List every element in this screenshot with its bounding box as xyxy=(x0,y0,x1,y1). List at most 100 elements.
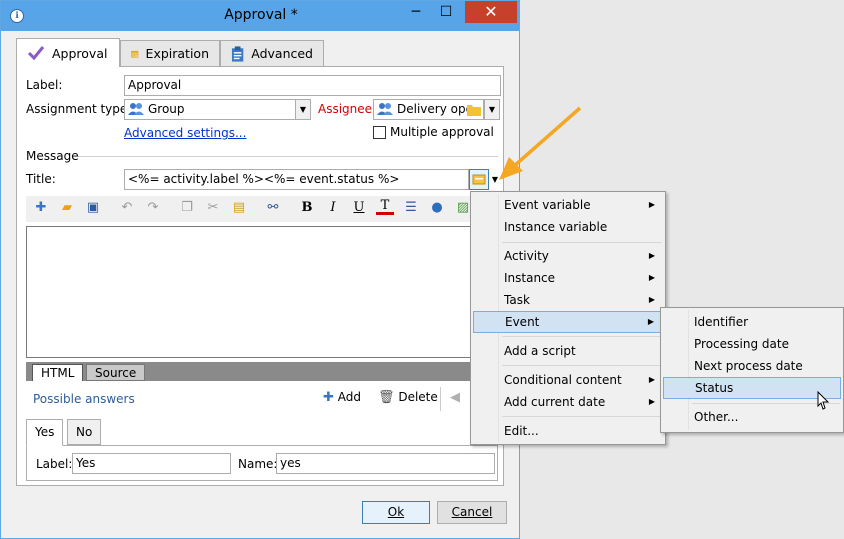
tab-label: Expiration xyxy=(145,46,209,61)
multiple-approval-label: Multiple approval xyxy=(390,125,494,139)
chevron-down-icon[interactable]: ▼ xyxy=(295,99,311,120)
undo-icon[interactable]: ↶ xyxy=(118,199,136,217)
mouse-cursor-icon xyxy=(817,391,830,410)
app-icon: ℹ xyxy=(10,9,24,23)
add-answer-button[interactable]: ✚ Add xyxy=(323,390,361,405)
menu-item-event[interactable]: Event ▶ xyxy=(473,311,663,333)
title-bar[interactable]: ℹ Approval * ─ ☐ ✕ xyxy=(1,1,519,31)
submenu-item-label: Next process date xyxy=(694,359,803,373)
tab-yes[interactable]: Yes xyxy=(26,419,64,446)
menu-item-label: Conditional content xyxy=(504,373,622,387)
insert-field-button[interactable] xyxy=(469,169,489,190)
submenu-item-next-process-date[interactable]: Next process date xyxy=(663,355,841,377)
message-editor[interactable] xyxy=(26,226,472,358)
submenu-item-processing-date[interactable]: Processing date xyxy=(663,333,841,355)
tab-html[interactable]: HTML xyxy=(32,364,84,381)
assignee-caption: Assignee: xyxy=(318,102,377,116)
answer-name-input[interactable]: yes xyxy=(276,453,495,474)
advanced-settings-link[interactable]: Advanced settings... xyxy=(124,126,246,140)
menu-separator xyxy=(502,416,662,417)
underline-icon[interactable]: U xyxy=(350,199,368,217)
tab-advanced[interactable]: Advanced xyxy=(220,40,324,66)
context-menu: Event variable ▶ Instance variable Activi… xyxy=(470,191,666,445)
submenu-item-label: Identifier xyxy=(694,315,749,329)
answer-label-input[interactable]: Yes xyxy=(72,453,231,474)
calendar-icon xyxy=(131,50,139,58)
submenu-item-other[interactable]: Other... xyxy=(663,406,841,428)
redo-icon[interactable]: ↷ xyxy=(144,199,162,217)
close-button[interactable]: ✕ xyxy=(465,1,517,23)
submenu-item-status[interactable]: Status xyxy=(663,377,841,399)
open-folder-icon[interactable]: ▰ xyxy=(58,199,76,217)
event-submenu: Identifier Processing date Next process … xyxy=(660,307,844,433)
assignment-type-select[interactable]: Group xyxy=(124,99,296,120)
menu-item-event-variable[interactable]: Event variable ▶ xyxy=(473,194,663,216)
delete-answer-button[interactable]: 🗑︎ Delete xyxy=(378,390,438,405)
italic-icon[interactable]: I xyxy=(324,199,342,217)
minimize-button[interactable]: ─ xyxy=(401,1,431,23)
cut-icon[interactable]: ✂ xyxy=(204,199,222,217)
submenu-arrow-icon: ▶ xyxy=(648,200,655,209)
insert-field-icon xyxy=(472,174,486,185)
menu-item-activity[interactable]: Activity ▶ xyxy=(473,245,663,267)
submenu-item-identifier[interactable]: Identifier xyxy=(663,311,841,333)
tab-approval[interactable]: Approval xyxy=(16,38,120,67)
menu-separator xyxy=(502,242,662,243)
bullet-list-icon[interactable]: ☰ xyxy=(402,199,420,217)
menu-item-add-script[interactable]: Add a script xyxy=(473,340,663,362)
arrow-left-icon[interactable]: ◀ xyxy=(450,390,460,405)
folder-icon[interactable] xyxy=(467,103,481,116)
menu-item-label: Add current date xyxy=(504,395,606,409)
submenu-arrow-icon: ▶ xyxy=(648,375,655,384)
title-caption: Title: xyxy=(26,172,56,186)
paste-icon[interactable]: ▤ xyxy=(230,199,248,217)
new-document-icon[interactable]: ✚ xyxy=(32,199,50,217)
save-icon[interactable]: ▣ xyxy=(84,199,102,217)
section-divider xyxy=(78,156,498,157)
submenu-item-label: Processing date xyxy=(694,337,789,351)
submenu-arrow-icon: ▶ xyxy=(648,295,655,304)
tab-source[interactable]: Source xyxy=(86,364,146,381)
delete-label: Delete xyxy=(398,390,438,404)
globe-icon[interactable]: ● xyxy=(428,199,446,217)
label-input[interactable]: Approval xyxy=(124,75,501,96)
clipboard-icon xyxy=(231,45,244,62)
ok-label: Ok xyxy=(387,505,405,519)
trash-icon: 🗑︎ xyxy=(378,390,395,405)
menu-item-instance-variable[interactable]: Instance variable xyxy=(473,216,663,238)
maximize-button[interactable]: ☐ xyxy=(431,1,461,23)
checkmark-icon xyxy=(27,46,45,61)
title-input[interactable]: <%= activity.label %><%= event.status %> xyxy=(124,169,469,190)
possible-answers-title: Possible answers xyxy=(33,392,135,406)
tab-expiration[interactable]: Expiration xyxy=(120,40,220,66)
assignee-value: Delivery ope xyxy=(397,102,473,116)
menu-item-add-current-date[interactable]: Add current date ▶ xyxy=(473,391,663,413)
tab-label: Advanced xyxy=(251,46,313,61)
submenu-item-label: Other... xyxy=(694,410,739,424)
menu-item-conditional-content[interactable]: Conditional content ▶ xyxy=(473,369,663,391)
copy-icon[interactable]: ❐ xyxy=(178,199,196,217)
multiple-approval-checkbox[interactable] xyxy=(373,126,386,139)
cancel-button[interactable]: Cancel xyxy=(437,501,507,524)
menu-item-label: Instance variable xyxy=(504,220,608,234)
menu-item-label: Instance xyxy=(504,271,556,285)
tab-no[interactable]: No xyxy=(67,419,102,445)
toolbar-divider xyxy=(440,387,441,411)
ok-button[interactable]: Ok xyxy=(362,501,430,524)
possible-answers-bar: Possible answers ✚ Add 🗑︎ Delete ◀ xyxy=(26,386,472,414)
find-icon[interactable]: ⚯ xyxy=(264,199,282,217)
label-caption: Label: xyxy=(26,78,63,92)
tab-label: Approval xyxy=(52,45,108,61)
group-icon xyxy=(377,103,393,115)
submenu-arrow-icon: ▶ xyxy=(648,251,655,260)
menu-item-label: Edit... xyxy=(504,424,539,438)
answer-name-caption: Name: xyxy=(238,457,278,471)
window-title: Approval * xyxy=(224,7,298,23)
menu-item-instance[interactable]: Instance ▶ xyxy=(473,267,663,289)
bold-icon[interactable]: B xyxy=(298,199,316,217)
menu-item-edit[interactable]: Edit... xyxy=(473,420,663,442)
menu-item-task[interactable]: Task ▶ xyxy=(473,289,663,311)
text-color-icon[interactable]: T xyxy=(376,199,394,215)
annotation-arrow-icon xyxy=(499,106,582,180)
menu-item-label: Event xyxy=(505,315,540,329)
